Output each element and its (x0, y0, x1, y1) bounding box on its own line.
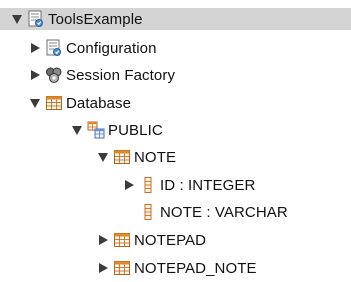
collapsed-arrow-icon[interactable] (96, 261, 110, 275)
tree-node-database[interactable]: Database (28, 92, 131, 114)
configuration-icon (45, 39, 63, 57)
table-icon (113, 148, 131, 166)
collapsed-arrow-icon[interactable] (122, 178, 136, 192)
tree-node-label: NOTE : VARCHAR (160, 203, 288, 221)
tree-node-label: ToolsExample (48, 10, 143, 28)
collapsed-arrow-icon[interactable] (96, 233, 110, 247)
column-icon (139, 203, 157, 221)
tree-node-label: Configuration (66, 39, 157, 57)
tree-node-schema-public[interactable]: PUBLIC (70, 119, 163, 141)
table-icon (113, 231, 131, 249)
tree-node-label: ID : INTEGER (160, 176, 256, 194)
collapsed-arrow-icon[interactable] (28, 41, 42, 55)
tree-node-column-id[interactable]: ID : INTEGER (122, 174, 255, 196)
tree-node-label: NOTEPAD (134, 231, 207, 249)
database-table-icon (45, 94, 63, 112)
expanded-arrow-icon[interactable] (96, 150, 110, 164)
hibernate-configurations-tree[interactable]: ToolsExample Configuration Session Facto… (0, 0, 351, 282)
console-config-icon (27, 10, 45, 28)
tree-node-label: Session Factory (66, 66, 176, 84)
schema-icon (87, 121, 105, 139)
tree-node-column-note[interactable]: NOTE : VARCHAR (122, 201, 288, 223)
collapsed-arrow-icon[interactable] (28, 68, 42, 82)
tree-node-label: PUBLIC (108, 121, 163, 139)
tree-node-tools-example[interactable]: ToolsExample (0, 8, 351, 30)
tree-node-label: NOTEPAD_NOTE (134, 259, 257, 277)
expanded-arrow-icon[interactable] (28, 96, 42, 110)
primary-key-column-icon (139, 176, 157, 194)
tree-node-table-notepad[interactable]: NOTEPAD (96, 229, 206, 251)
tree-node-label: Database (66, 94, 132, 112)
session-factory-icon (45, 66, 63, 84)
tree-node-table-note[interactable]: NOTE (96, 146, 176, 168)
expanded-arrow-icon[interactable] (10, 12, 24, 26)
table-icon (113, 259, 131, 277)
tree-node-label: NOTE (134, 148, 177, 166)
tree-node-session-factory[interactable]: Session Factory (28, 64, 175, 86)
tree-node-table-notepad-note[interactable]: NOTEPAD_NOTE (96, 257, 257, 279)
tree-node-configuration[interactable]: Configuration (28, 37, 157, 59)
expanded-arrow-icon[interactable] (70, 123, 84, 137)
